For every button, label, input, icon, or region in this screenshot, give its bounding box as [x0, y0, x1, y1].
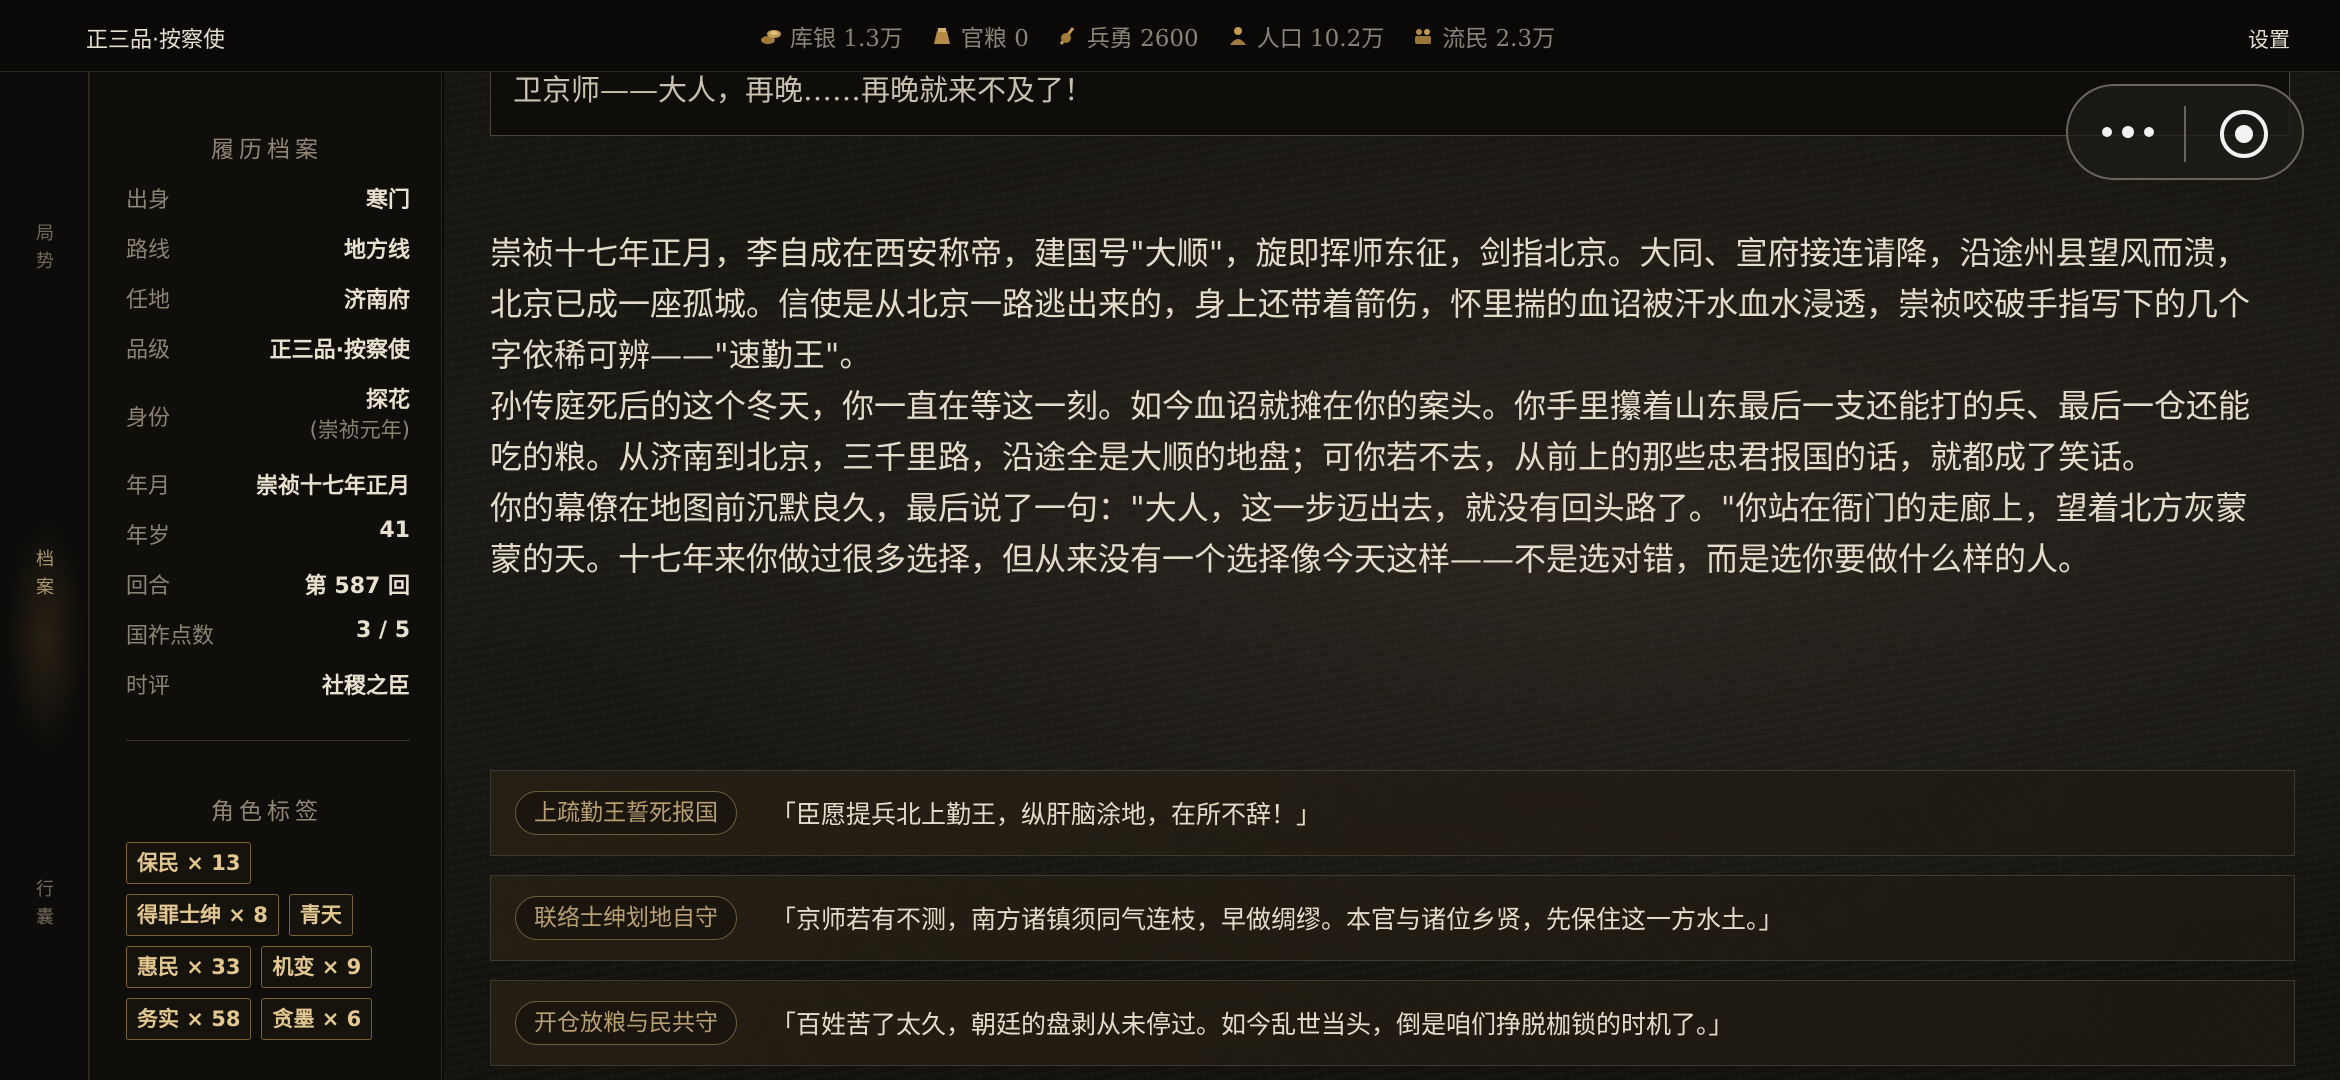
choice-option-3[interactable]: 开仓放粮与民共守 「百姓苦了太久，朝廷的盘剥从未停过。如今乱世当头，倒是咱们挣脱…	[490, 980, 2295, 1066]
row-key: 身份	[126, 406, 171, 431]
row-value: 41	[379, 518, 410, 543]
story-paragraph: 崇祯十七年正月，李自成在西安称帝，建国号"大顺"，旋即挥师东征，剑指北京。大同、…	[490, 234, 2251, 374]
story-text: 崇祯十七年正月，李自成在西安称帝，建国号"大顺"，旋即挥师东征，剑指北京。大同、…	[490, 228, 2260, 585]
role-tag[interactable]: 惠民 × 33	[126, 946, 252, 988]
tag-row: 惠民 × 33 机变 × 9	[126, 946, 373, 988]
profile-title: 履历档案	[211, 137, 323, 163]
row-key: 任地	[126, 288, 171, 313]
previous-message-text: 卫京师——大人，再晚……再晚就来不及了！	[513, 73, 1094, 107]
story-paragraph: 你的幕僚在地图前沉默良久，最后说了一句："大人，这一步迈出去，就没有回头路了。"…	[490, 489, 2248, 578]
resource-label: 流民 2.3万	[1442, 26, 1556, 52]
close-target-icon[interactable]	[2220, 110, 2268, 158]
role-tag[interactable]: 青天	[288, 894, 353, 936]
role-tag[interactable]: 务实 × 58	[126, 998, 252, 1040]
resource-label: 兵勇 2600	[1086, 26, 1199, 52]
role-tag[interactable]: 保民 × 13	[126, 842, 252, 884]
row-value: 寒门	[365, 188, 410, 213]
grain-sack-icon	[931, 25, 953, 47]
choice-text: 「京师若有不测，南方诸镇须同气连枝，早做绸缪。本官与诸位乡贤，先保住这一方水土。…	[771, 905, 1784, 934]
profile-panel: 履历档案 出身 寒门 路线 地方线 任地 济南府 品级 正三品·按察使 身份 探…	[92, 72, 442, 1080]
capsule-separator	[2184, 106, 2186, 162]
soldier-icon	[1057, 25, 1079, 47]
row-value: 正三品·按察使	[269, 338, 410, 363]
resource-silver: 库银 1.3万	[760, 19, 903, 53]
row-value: 探花	[365, 388, 410, 413]
choice-tag: 开仓放粮与民共守	[515, 1001, 737, 1045]
choice-option-1[interactable]: 上疏勤王誓死报国 「臣愿提兵北上勤王，纵肝脑涂地，在所不辞！」	[490, 770, 2295, 856]
role-tag[interactable]: 贪墨 × 6	[261, 998, 373, 1040]
row-key: 品级	[126, 338, 171, 363]
player-rank: 正三品·按察使	[86, 28, 225, 53]
game-screen: 正三品·按察使 库银 1.3万 官粮 0 兵勇 2600 人口 10.2万 流民…	[0, 0, 2340, 1080]
resource-grain: 官粮 0	[931, 19, 1029, 53]
choice-tag: 联络士绅划地自守	[515, 896, 737, 940]
row-key: 回合	[126, 574, 171, 599]
nav-tab-situation[interactable]: 局势	[30, 220, 60, 276]
top-bar: 正三品·按察使 库银 1.3万 官粮 0 兵勇 2600 人口 10.2万 流民…	[0, 0, 2340, 72]
row-key: 年月	[126, 474, 171, 499]
tag-row: 保民 × 13	[126, 842, 252, 884]
resource-label: 人口 10.2万	[1256, 26, 1385, 52]
tag-row: 务实 × 58 贪墨 × 6	[126, 998, 373, 1040]
row-value: 社稷之臣	[321, 674, 410, 699]
row-value: 地方线	[343, 238, 410, 263]
row-key: 出身	[126, 188, 171, 213]
row-value: 济南府	[343, 288, 410, 313]
settings-button[interactable]: 设置	[2248, 24, 2290, 54]
profile-row: 身份 探花 (崇祯元年)	[126, 382, 410, 452]
resource-troops: 兵勇 2600	[1057, 19, 1199, 53]
resource-population: 人口 10.2万	[1227, 19, 1385, 53]
nav-tab-inventory[interactable]: 行囊	[30, 876, 60, 932]
resource-bar: 库银 1.3万 官粮 0 兵勇 2600 人口 10.2万 流民 2.3万	[760, 20, 1555, 52]
tags-title: 角色标签	[211, 799, 323, 825]
role-tag[interactable]: 机变 × 9	[261, 946, 373, 988]
refugee-icon	[1412, 25, 1434, 47]
nav-tab-archive[interactable]: 档案	[30, 546, 60, 602]
choice-text: 「百姓苦了太久，朝廷的盘剥从未停过。如今乱世当头，倒是咱们挣脱枷锁的时机了。」	[771, 1010, 1734, 1039]
row-subvalue: (崇祯元年)	[309, 418, 410, 442]
role-tag[interactable]: 得罪士绅 × 8	[126, 894, 279, 936]
row-value: 第 587 回	[304, 574, 410, 599]
choice-option-2[interactable]: 联络士绅划地自守 「京师若有不测，南方诸镇须同气连枝，早做绸缪。本官与诸位乡贤，…	[490, 875, 2295, 961]
row-value: 3 / 5	[356, 618, 410, 643]
side-nav: 局势 档案 行囊	[0, 72, 90, 1080]
row-value: 崇祯十七年正月	[255, 474, 410, 499]
population-icon	[1227, 25, 1249, 47]
previous-message-box: 卫京师——大人，再晚……再晚就来不及了！	[490, 72, 2290, 136]
resource-label: 库银 1.3万	[790, 26, 903, 52]
row-key: 时评	[126, 674, 171, 699]
row-key: 国祚点数	[126, 624, 215, 649]
more-options-icon[interactable]	[2102, 124, 2158, 144]
tag-row: 得罪士绅 × 8 青天	[126, 894, 353, 936]
silver-coins-icon	[760, 25, 782, 47]
row-key: 路线	[126, 238, 171, 263]
choice-tag: 上疏勤王誓死报国	[515, 791, 737, 835]
row-key: 年岁	[126, 524, 171, 549]
resource-label: 官粮 0	[960, 26, 1029, 52]
panel-divider	[126, 740, 410, 741]
story-paragraph: 孙传庭死后的这个冬天，你一直在等这一刻。如今血诏就摊在你的案头。你手里攥着山东最…	[490, 387, 2251, 476]
story-area: 卫京师——大人，再晚……再晚就来不及了！ 崇祯十七年正月，李自成在西安称帝，建国…	[444, 72, 2340, 1080]
choice-text: 「臣愿提兵北上勤王，纵肝脑涂地，在所不辞！」	[771, 800, 1322, 829]
resource-refugees: 流民 2.3万	[1412, 19, 1555, 53]
mini-program-capsule	[2066, 84, 2304, 180]
